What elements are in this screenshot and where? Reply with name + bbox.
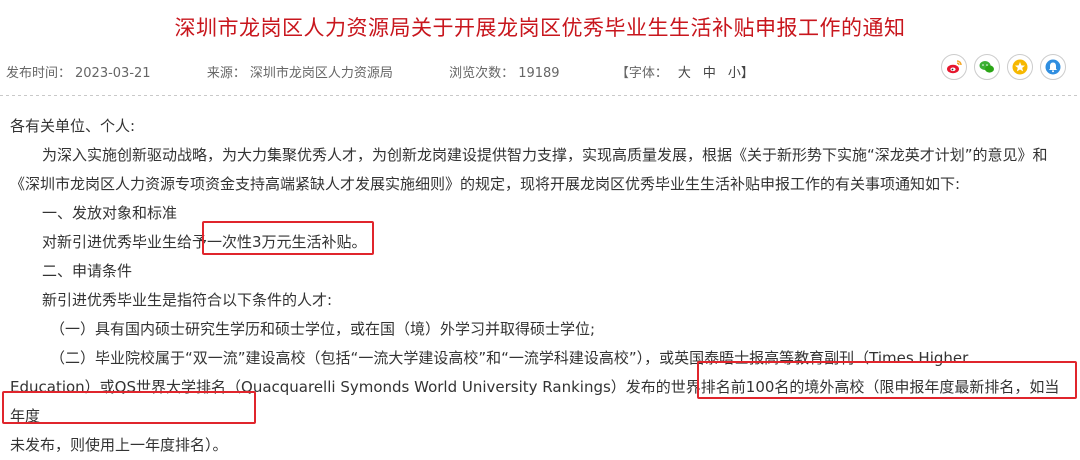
condition-1: （一）具有国内硕士研究生学历和硕士学位，或在国（境）外学习并取得硕士学位; (50, 320, 596, 338)
font-size-large-button[interactable]: 大 (678, 66, 691, 81)
publish-label: 发布时间： (6, 66, 72, 81)
intro-paragraph-line-2: 《深圳市龙岗区人力资源专项资金支持高端紧缺人才发展实施细则》的规定，现将开展龙岗… (10, 175, 961, 193)
highlight-box-ranking (697, 361, 1077, 399)
wechat-icon[interactable] (974, 54, 1000, 80)
share-bar (941, 54, 1066, 80)
font-size-small-button[interactable]: 小】 (728, 66, 754, 81)
publish-date: 2023-03-21 (75, 66, 151, 81)
article-meta: 发布时间： 2023-03-21 来源： 深圳市龙岗区人力资源局 浏览次数： 1918… (6, 62, 760, 81)
header-divider (0, 95, 1080, 96)
section-1-text: 对新引进优秀毕业生给予一次性3万元生活补贴。 (42, 233, 367, 251)
salutation: 各有关单位、个人: (10, 117, 136, 135)
notify-icon[interactable] (1040, 54, 1066, 80)
section-2-heading: 二、申请条件 (42, 262, 133, 280)
condition-2-line-3: 未发布，则使用上一年度排名）。 (10, 436, 228, 454)
favorite-icon[interactable] (1007, 54, 1033, 80)
views-count: 19189 (518, 66, 560, 81)
highlight-box-subsidy (202, 221, 374, 255)
intro-paragraph-line-1: 为深入实施创新驱动战略，为大力集聚优秀人才，为创新龙岗建设提供智力支撑，实现高质… (42, 146, 1048, 164)
source-value: 深圳市龙岗区人力资源局 (249, 66, 393, 81)
views-label: 浏览次数： (449, 66, 515, 81)
source-label: 来源： (206, 66, 246, 81)
page-title: 深圳市龙岗区人力资源局关于开展龙岗区优秀毕业生生活补贴申报工作的通知 (174, 16, 906, 40)
font-size-medium-button[interactable]: 中 (703, 66, 716, 81)
font-size-label: 【字体： (615, 66, 668, 81)
section-2-intro: 新引进优秀毕业生是指符合以下条件的人才: (42, 291, 333, 309)
section-1-heading: 一、发放对象和标准 (42, 204, 178, 222)
weibo-icon[interactable] (941, 54, 967, 80)
highlight-box-previous-year (2, 391, 256, 424)
